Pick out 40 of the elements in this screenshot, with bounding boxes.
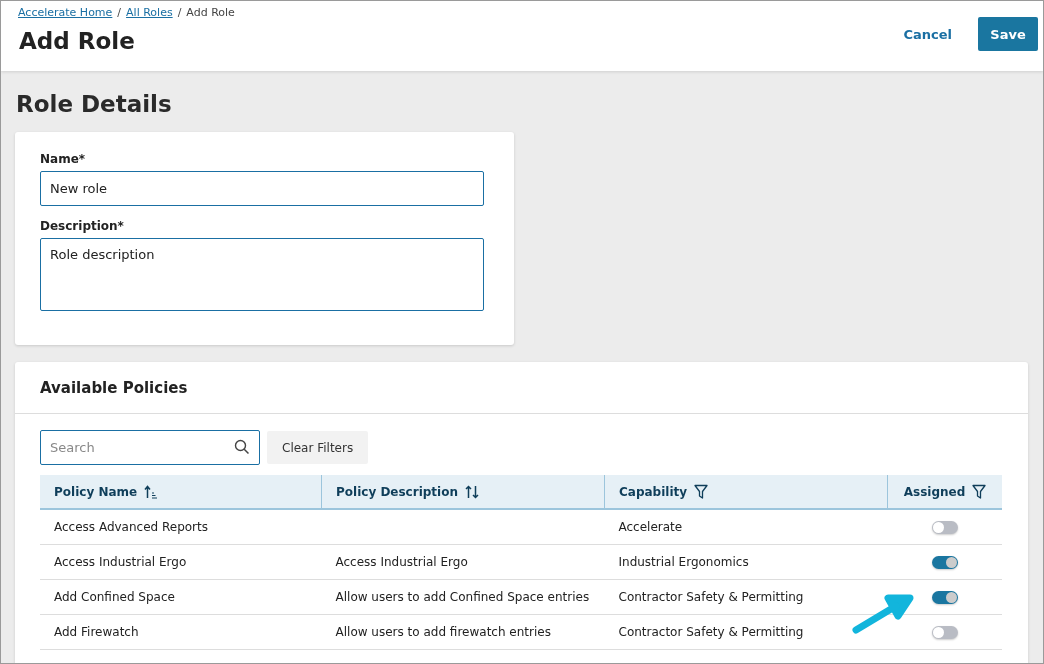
column-header[interactable]: Policy Description (336, 484, 458, 499)
cancel-button[interactable]: Cancel (897, 17, 958, 51)
table-cell: Access Industrial Ergo (54, 555, 187, 569)
page-title: Add Role (19, 28, 136, 54)
sort-icon[interactable] (465, 484, 479, 499)
filter-icon[interactable] (972, 484, 987, 499)
save-button[interactable]: Save (978, 17, 1038, 51)
card-title: Available Policies (40, 378, 188, 397)
description-field[interactable]: Role description (40, 238, 484, 311)
clear-filters-button[interactable]: Clear Filters (267, 431, 369, 464)
field-label: Name* (40, 152, 87, 166)
table-cell: Add Firewatch (54, 625, 139, 639)
search-icon (234, 439, 250, 455)
arrow-icon (852, 594, 916, 634)
table-cell: Allow users to add Confined Space entries (335, 590, 590, 604)
assigned-toggle[interactable] (931, 591, 958, 604)
breadcrumb-current: Add Role (186, 6, 235, 19)
assigned-toggle[interactable] (931, 521, 958, 534)
sort-ascending-icon[interactable] (144, 484, 159, 499)
field-label: Description* (40, 219, 125, 233)
assigned-toggle[interactable] (931, 626, 958, 639)
name-field[interactable]: New role (40, 171, 484, 206)
column-header[interactable]: Policy Name (54, 484, 138, 499)
table-cell: Access Industrial Ergo (335, 555, 468, 569)
breadcrumb-link[interactable]: All Roles (126, 6, 173, 19)
section-title: Role Details (16, 91, 173, 117)
column-header[interactable]: Capability (619, 484, 688, 499)
breadcrumb-separator: / (117, 6, 122, 19)
search-field[interactable]: Search (40, 430, 260, 465)
table-cell: Accelerate (618, 520, 683, 534)
table-cell: Allow users to add firewatch entries (335, 625, 551, 639)
table-cell: Contractor Safety & Permitting (618, 625, 804, 639)
table-cell: Access Advanced Reports (54, 520, 208, 534)
breadcrumb-link[interactable]: Accelerate Home (18, 6, 113, 19)
filter-icon[interactable] (694, 484, 709, 499)
table-cell: Add Confined Space (54, 590, 175, 604)
breadcrumb-separator: / (177, 6, 182, 19)
table-cell: Industrial Ergonomics (618, 555, 749, 569)
table-cell: Contractor Safety & Permitting (618, 590, 804, 604)
assigned-toggle[interactable] (931, 556, 958, 569)
